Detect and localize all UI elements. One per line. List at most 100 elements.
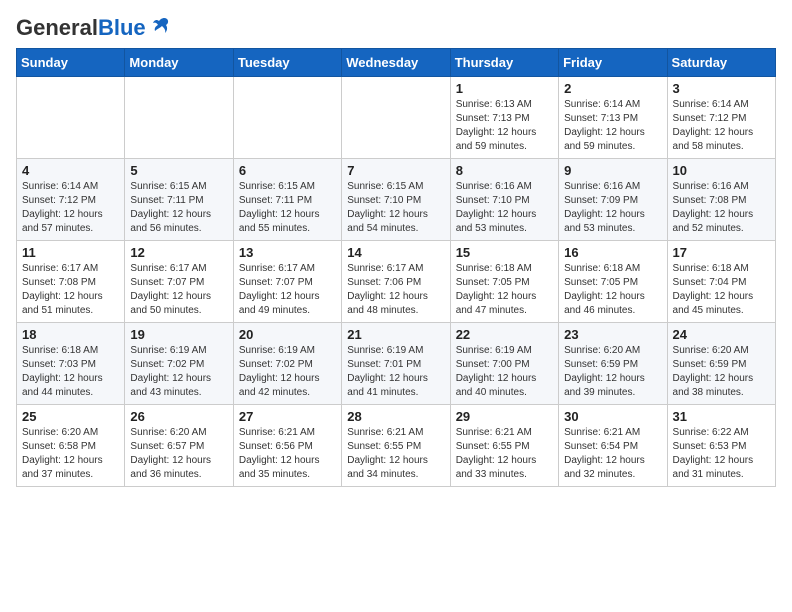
day-info: Sunrise: 6:19 AM Sunset: 7:02 PM Dayligh…	[239, 344, 336, 400]
day-info: Sunrise: 6:16 AM Sunset: 7:10 PM Dayligh…	[456, 180, 553, 236]
calendar-cell: 24Sunrise: 6:20 AM Sunset: 6:59 PM Dayli…	[667, 323, 775, 405]
day-info: Sunrise: 6:21 AM Sunset: 6:54 PM Dayligh…	[564, 426, 661, 482]
calendar-cell: 19Sunrise: 6:19 AM Sunset: 7:02 PM Dayli…	[125, 323, 233, 405]
calendar-cell	[233, 77, 341, 159]
col-header-thursday: Thursday	[450, 49, 558, 77]
day-number: 9	[564, 163, 661, 178]
day-info: Sunrise: 6:17 AM Sunset: 7:06 PM Dayligh…	[347, 262, 444, 318]
logo: GeneralBlue	[16, 16, 171, 40]
calendar-cell: 7 Sunrise: 6:15 AM Sunset: 7:10 PM Daylig…	[342, 159, 450, 241]
calendar-cell: 25 Sunrise: 6:20 AM Sunset: 6:58 PM Dayli…	[17, 405, 125, 487]
day-number: 17	[673, 245, 770, 260]
day-number: 7	[347, 163, 444, 178]
day-info: Sunrise: 6:21 AM Sunset: 6:55 PM Dayligh…	[347, 426, 444, 482]
calendar-cell: 6 Sunrise: 6:15 AM Sunset: 7:11 PM Daylig…	[233, 159, 341, 241]
day-info: Sunrise: 6:17 AM Sunset: 7:08 PM Dayligh…	[22, 262, 119, 318]
day-info: Sunrise: 6:18 AM Sunset: 7:05 PM Dayligh…	[564, 262, 661, 318]
calendar-cell: 18 Sunrise: 6:18 AM Sunset: 7:03 PM Dayli…	[17, 323, 125, 405]
day-info: Sunrise: 6:15 AM Sunset: 7:10 PM Dayligh…	[347, 180, 444, 236]
day-info: Sunrise: 6:16 AM Sunset: 7:09 PM Dayligh…	[564, 180, 661, 236]
col-header-friday: Friday	[559, 49, 667, 77]
logo-bird-icon	[149, 15, 171, 37]
day-info: Sunrise: 6:18 AM Sunset: 7:05 PM Dayligh…	[456, 262, 553, 318]
day-info: Sunrise: 6:20 AM Sunset: 6:59 PM Dayligh…	[564, 344, 661, 400]
day-number: 8	[456, 163, 553, 178]
day-number: 19	[130, 327, 227, 342]
day-number: 20	[239, 327, 336, 342]
day-info: Sunrise: 6:20 AM Sunset: 6:59 PM Dayligh…	[673, 344, 770, 400]
calendar-cell	[125, 77, 233, 159]
logo-general: GeneralBlue	[16, 16, 146, 40]
col-header-saturday: Saturday	[667, 49, 775, 77]
day-number: 31	[673, 409, 770, 424]
calendar-cell: 5 Sunrise: 6:15 AM Sunset: 7:11 PM Daylig…	[125, 159, 233, 241]
day-info: Sunrise: 6:15 AM Sunset: 7:11 PM Dayligh…	[130, 180, 227, 236]
day-number: 23	[564, 327, 661, 342]
logo-blue-text: Blue	[98, 15, 146, 40]
day-info: Sunrise: 6:15 AM Sunset: 7:11 PM Dayligh…	[239, 180, 336, 236]
calendar-cell: 13Sunrise: 6:17 AM Sunset: 7:07 PM Dayli…	[233, 241, 341, 323]
day-info: Sunrise: 6:14 AM Sunset: 7:12 PM Dayligh…	[22, 180, 119, 236]
calendar-cell: 11 Sunrise: 6:17 AM Sunset: 7:08 PM Dayli…	[17, 241, 125, 323]
calendar-cell: 26 Sunrise: 6:20 AM Sunset: 6:57 PM Dayli…	[125, 405, 233, 487]
day-number: 5	[130, 163, 227, 178]
calendar-cell: 4 Sunrise: 6:14 AM Sunset: 7:12 PM Daylig…	[17, 159, 125, 241]
calendar-cell: 3 Sunrise: 6:14 AM Sunset: 7:12 PM Daylig…	[667, 77, 775, 159]
col-header-sunday: Sunday	[17, 49, 125, 77]
calendar-cell: 12 Sunrise: 6:17 AM Sunset: 7:07 PM Dayli…	[125, 241, 233, 323]
calendar-week-row: 1Sunrise: 6:13 AM Sunset: 7:13 PM Daylig…	[17, 77, 776, 159]
day-number: 21	[347, 327, 444, 342]
day-number: 29	[456, 409, 553, 424]
day-info: Sunrise: 6:21 AM Sunset: 6:55 PM Dayligh…	[456, 426, 553, 482]
day-number: 2	[564, 81, 661, 96]
calendar-cell: 16 Sunrise: 6:18 AM Sunset: 7:05 PM Dayli…	[559, 241, 667, 323]
calendar-cell: 27 Sunrise: 6:21 AM Sunset: 6:56 PM Dayli…	[233, 405, 341, 487]
day-number: 30	[564, 409, 661, 424]
day-number: 28	[347, 409, 444, 424]
day-info: Sunrise: 6:21 AM Sunset: 6:56 PM Dayligh…	[239, 426, 336, 482]
calendar-week-row: 18 Sunrise: 6:18 AM Sunset: 7:03 PM Dayli…	[17, 323, 776, 405]
day-info: Sunrise: 6:14 AM Sunset: 7:12 PM Dayligh…	[673, 98, 770, 154]
calendar-cell: 31 Sunrise: 6:22 AM Sunset: 6:53 PM Dayli…	[667, 405, 775, 487]
day-info: Sunrise: 6:20 AM Sunset: 6:57 PM Dayligh…	[130, 426, 227, 482]
day-number: 12	[130, 245, 227, 260]
calendar-week-row: 25 Sunrise: 6:20 AM Sunset: 6:58 PM Dayli…	[17, 405, 776, 487]
day-number: 26	[130, 409, 227, 424]
calendar-cell: 10Sunrise: 6:16 AM Sunset: 7:08 PM Dayli…	[667, 159, 775, 241]
day-number: 11	[22, 245, 119, 260]
day-info: Sunrise: 6:16 AM Sunset: 7:08 PM Dayligh…	[673, 180, 770, 236]
day-number: 15	[456, 245, 553, 260]
calendar-cell: 29 Sunrise: 6:21 AM Sunset: 6:55 PM Dayli…	[450, 405, 558, 487]
calendar-table: SundayMondayTuesdayWednesdayThursdayFrid…	[16, 48, 776, 487]
day-number: 3	[673, 81, 770, 96]
calendar-cell: 2Sunrise: 6:14 AM Sunset: 7:13 PM Daylig…	[559, 77, 667, 159]
day-number: 18	[22, 327, 119, 342]
calendar-cell: 1Sunrise: 6:13 AM Sunset: 7:13 PM Daylig…	[450, 77, 558, 159]
calendar-cell: 21 Sunrise: 6:19 AM Sunset: 7:01 PM Dayli…	[342, 323, 450, 405]
day-number: 1	[456, 81, 553, 96]
day-info: Sunrise: 6:19 AM Sunset: 7:01 PM Dayligh…	[347, 344, 444, 400]
day-number: 25	[22, 409, 119, 424]
day-number: 6	[239, 163, 336, 178]
day-number: 22	[456, 327, 553, 342]
day-info: Sunrise: 6:17 AM Sunset: 7:07 PM Dayligh…	[130, 262, 227, 318]
calendar-cell: 8 Sunrise: 6:16 AM Sunset: 7:10 PM Daylig…	[450, 159, 558, 241]
calendar-cell: 23 Sunrise: 6:20 AM Sunset: 6:59 PM Dayli…	[559, 323, 667, 405]
day-info: Sunrise: 6:18 AM Sunset: 7:04 PM Dayligh…	[673, 262, 770, 318]
calendar-cell: 30 Sunrise: 6:21 AM Sunset: 6:54 PM Dayli…	[559, 405, 667, 487]
day-number: 4	[22, 163, 119, 178]
day-number: 27	[239, 409, 336, 424]
day-info: Sunrise: 6:18 AM Sunset: 7:03 PM Dayligh…	[22, 344, 119, 400]
day-number: 16	[564, 245, 661, 260]
day-info: Sunrise: 6:20 AM Sunset: 6:58 PM Dayligh…	[22, 426, 119, 482]
col-header-wednesday: Wednesday	[342, 49, 450, 77]
day-info: Sunrise: 6:22 AM Sunset: 6:53 PM Dayligh…	[673, 426, 770, 482]
calendar-cell: 9 Sunrise: 6:16 AM Sunset: 7:09 PM Daylig…	[559, 159, 667, 241]
page-header: GeneralBlue	[16, 16, 776, 40]
calendar-header-row: SundayMondayTuesdayWednesdayThursdayFrid…	[17, 49, 776, 77]
day-info: Sunrise: 6:19 AM Sunset: 7:00 PM Dayligh…	[456, 344, 553, 400]
calendar-cell: 14Sunrise: 6:17 AM Sunset: 7:06 PM Dayli…	[342, 241, 450, 323]
calendar-cell: 22 Sunrise: 6:19 AM Sunset: 7:00 PM Dayli…	[450, 323, 558, 405]
col-header-monday: Monday	[125, 49, 233, 77]
calendar-cell: 20 Sunrise: 6:19 AM Sunset: 7:02 PM Dayli…	[233, 323, 341, 405]
